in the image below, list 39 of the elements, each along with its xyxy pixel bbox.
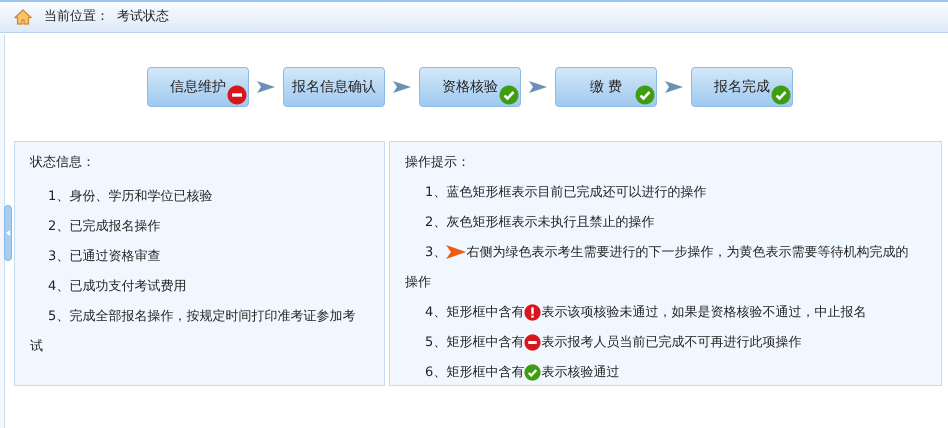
arrow-icon <box>393 81 411 93</box>
arrow-icon <box>446 245 466 260</box>
breadcrumb-current: 考试状态 <box>117 8 169 26</box>
hint-text: 表示该项核验未通过，如果是资格核验不通过，中止报名 <box>541 305 866 320</box>
hint-text: 表示核验通过 <box>541 365 620 380</box>
minus-icon <box>227 85 247 105</box>
status-item: 5、完成全部报名操作，按规定时间打印准考证参加考试 <box>30 308 356 356</box>
check-icon <box>524 364 542 381</box>
status-item: 1、身份、学历和学位已核验 <box>47 188 214 206</box>
check-icon <box>499 85 519 105</box>
panel-title: 状态信息： <box>30 154 96 172</box>
status-item: 2、已完成报名操作 <box>47 218 162 236</box>
hint-text: 操作 <box>405 274 431 292</box>
hint-item: 1、蓝色矩形框表示目前已完成还可以进行的操作 <box>424 184 708 202</box>
step-button[interactable]: 资格核验 <box>419 67 521 107</box>
breadcrumb-label: 当前位置： <box>44 8 109 26</box>
hint-text: 右侧为绿色表示考生需要进行的下一步操作，为黄色表示需要等待机构完成的 <box>466 245 908 260</box>
arrow-icon <box>257 81 275 93</box>
status-item: 4、已成功支付考试费用 <box>47 278 188 296</box>
exclamation-icon <box>524 304 542 321</box>
step-button[interactable]: 信息维护 <box>147 67 249 107</box>
hint-text: 5、矩形框中含有 <box>425 335 524 350</box>
hint-text: 表示报考人员当前已完成不可再进行此项操作 <box>541 335 802 350</box>
arrow-icon <box>665 81 683 93</box>
status-item: 3、已通过资格审查 <box>47 248 162 266</box>
panel-title: 操作提示： <box>405 154 471 172</box>
step-button[interactable]: 缴 费 <box>555 67 657 107</box>
hint-text: 3、 <box>425 245 446 260</box>
arrow-icon <box>529 81 547 93</box>
check-icon <box>635 85 655 105</box>
step-button[interactable]: 报名信息确认 <box>283 67 385 107</box>
minus-icon <box>524 334 542 351</box>
check-icon <box>771 85 791 105</box>
hint-text: 6、矩形框中含有 <box>425 365 524 380</box>
home-icon <box>14 9 32 25</box>
hint-item: 2、灰色矩形框表示未执行且禁止的操作 <box>424 214 656 232</box>
hint-text: 4、矩形框中含有 <box>425 305 524 320</box>
collapse-handle[interactable] <box>4 205 12 261</box>
step-button[interactable]: 报名完成 <box>691 67 793 107</box>
